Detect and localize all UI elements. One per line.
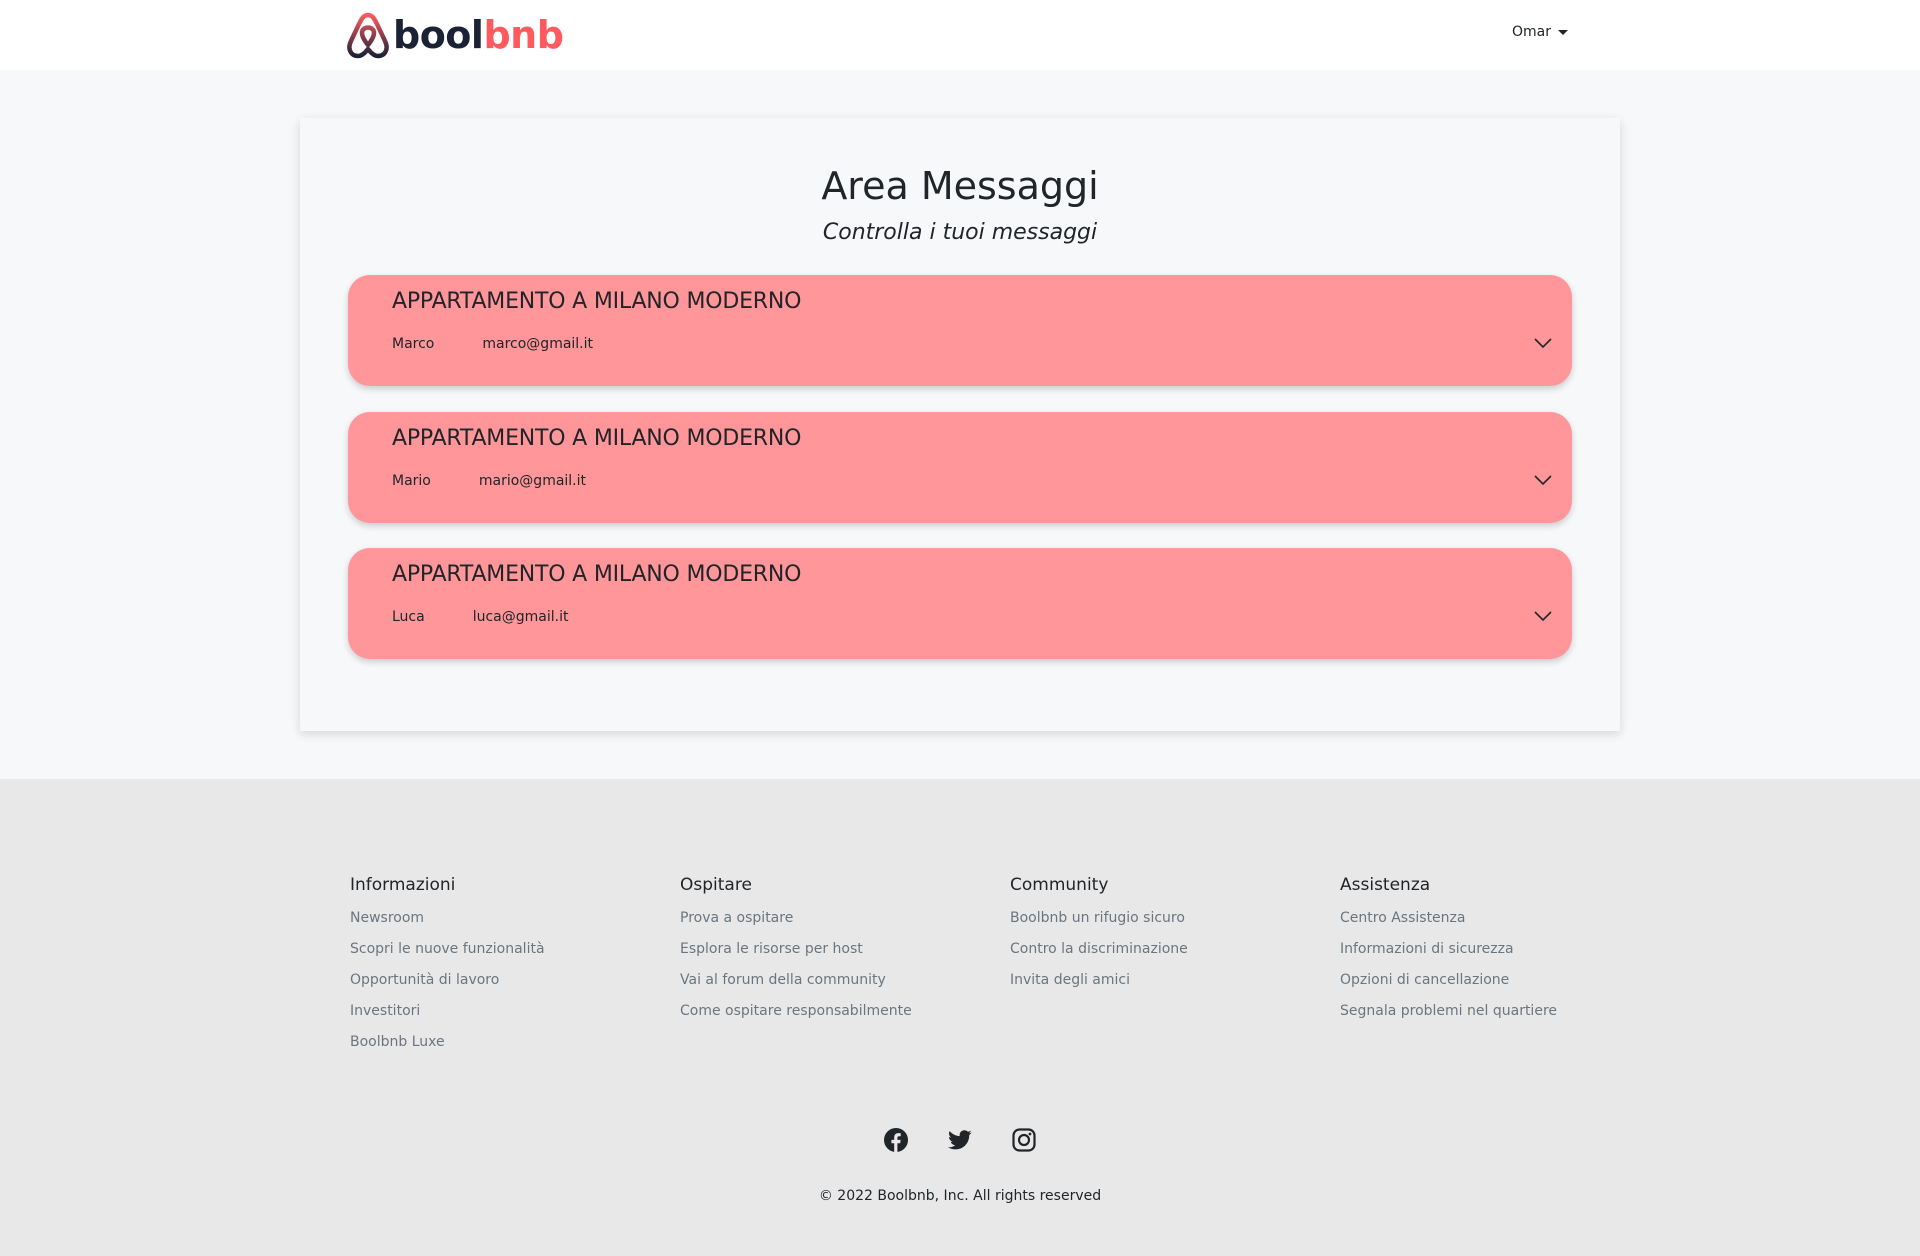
footer-heading: Ospitare bbox=[680, 875, 752, 895]
page-title: Area Messaggi bbox=[821, 164, 1099, 208]
sender-name: Mario bbox=[392, 473, 431, 489]
sender-email: marco@gmail.it bbox=[482, 336, 594, 352]
footer-link[interactable]: Segnala problemi nel quartiere bbox=[1340, 996, 1557, 1027]
message-sender: Mario mario@gmail.it bbox=[392, 473, 586, 489]
message-sender: Marco marco@gmail.it bbox=[392, 336, 593, 352]
footer-column-assistenza: Assistenza Centro Assistenza Informazion… bbox=[1340, 875, 1557, 1027]
message-item[interactable]: APPARTAMENTO A MILANO MODERNO Luca luca@… bbox=[348, 548, 1572, 659]
footer-link[interactable]: Invita degli amici bbox=[1010, 965, 1188, 996]
footer-link[interactable]: Boolbnb Luxe bbox=[350, 1027, 545, 1058]
facebook-icon[interactable] bbox=[884, 1128, 908, 1152]
chevron-down-icon[interactable] bbox=[1534, 610, 1552, 622]
footer-link[interactable]: Esplora le risorse per host bbox=[680, 934, 912, 965]
footer-link[interactable]: Investitori bbox=[350, 996, 545, 1027]
footer-link[interactable]: Come ospitare responsabilmente bbox=[680, 996, 912, 1027]
logo-text-part2: bnb bbox=[483, 13, 564, 57]
twitter-icon[interactable] bbox=[948, 1128, 972, 1152]
logo-text-part1: bool bbox=[393, 13, 484, 57]
message-title: APPARTAMENTO A MILANO MODERNO bbox=[392, 562, 802, 587]
footer: Informazioni Newsroom Scopri le nuove fu… bbox=[0, 779, 1920, 1256]
copyright-text: © 2022 Boolbnb, Inc. All rights reserved bbox=[818, 1188, 1102, 1204]
message-item[interactable]: APPARTAMENTO A MILANO MODERNO Mario mari… bbox=[348, 412, 1572, 523]
footer-link[interactable]: Opportunità di lavoro bbox=[350, 965, 545, 996]
footer-column-informazioni: Informazioni Newsroom Scopri le nuove fu… bbox=[350, 875, 545, 1058]
footer-link[interactable]: Informazioni di sicurezza bbox=[1340, 934, 1557, 965]
messages-card: Area Messaggi Controlla i tuoi messaggi … bbox=[300, 118, 1620, 731]
footer-heading: Assistenza bbox=[1340, 875, 1431, 895]
footer-heading: Community bbox=[1010, 875, 1109, 895]
page-subtitle: Controlla i tuoi messaggi bbox=[822, 220, 1098, 245]
footer-link[interactable]: Opzioni di cancellazione bbox=[1340, 965, 1557, 996]
footer-link[interactable]: Contro la discriminazione bbox=[1010, 934, 1188, 965]
footer-heading: Informazioni bbox=[350, 875, 456, 895]
user-name: Omar bbox=[1512, 24, 1551, 40]
logo[interactable]: boolbnb bbox=[345, 10, 564, 60]
message-sender: Luca luca@gmail.it bbox=[392, 609, 568, 625]
user-menu-dropdown[interactable]: Omar bbox=[1512, 24, 1568, 40]
footer-link[interactable]: Boolbnb un rifugio sicuro bbox=[1010, 903, 1188, 934]
airbnb-logo-icon bbox=[347, 12, 389, 59]
chevron-down-icon[interactable] bbox=[1534, 474, 1552, 486]
instagram-icon[interactable] bbox=[1012, 1128, 1036, 1152]
footer-link[interactable]: Vai al forum della community bbox=[680, 965, 912, 996]
sender-email: mario@gmail.it bbox=[478, 473, 587, 489]
sender-email: luca@gmail.it bbox=[472, 609, 569, 625]
footer-link[interactable]: Prova a ospitare bbox=[680, 903, 912, 934]
footer-link[interactable]: Newsroom bbox=[350, 903, 545, 934]
message-title: APPARTAMENTO A MILANO MODERNO bbox=[392, 426, 802, 451]
footer-column-community: Community Boolbnb un rifugio sicuro Cont… bbox=[1010, 875, 1188, 996]
sender-name: Luca bbox=[392, 609, 425, 625]
message-item[interactable]: APPARTAMENTO A MILANO MODERNO Marco marc… bbox=[348, 275, 1572, 386]
caret-down-icon bbox=[1558, 29, 1568, 35]
sender-name: Marco bbox=[392, 336, 435, 352]
logo-text: boolbnb bbox=[393, 13, 564, 57]
social-links bbox=[0, 1128, 1920, 1152]
message-title: APPARTAMENTO A MILANO MODERNO bbox=[392, 289, 802, 314]
chevron-down-icon[interactable] bbox=[1534, 337, 1552, 349]
navbar: boolbnb Omar bbox=[0, 0, 1920, 70]
footer-link[interactable]: Scopri le nuove funzionalità bbox=[350, 934, 545, 965]
footer-link[interactable]: Centro Assistenza bbox=[1340, 903, 1557, 934]
footer-column-ospitare: Ospitare Prova a ospitare Esplora le ris… bbox=[680, 875, 912, 1027]
